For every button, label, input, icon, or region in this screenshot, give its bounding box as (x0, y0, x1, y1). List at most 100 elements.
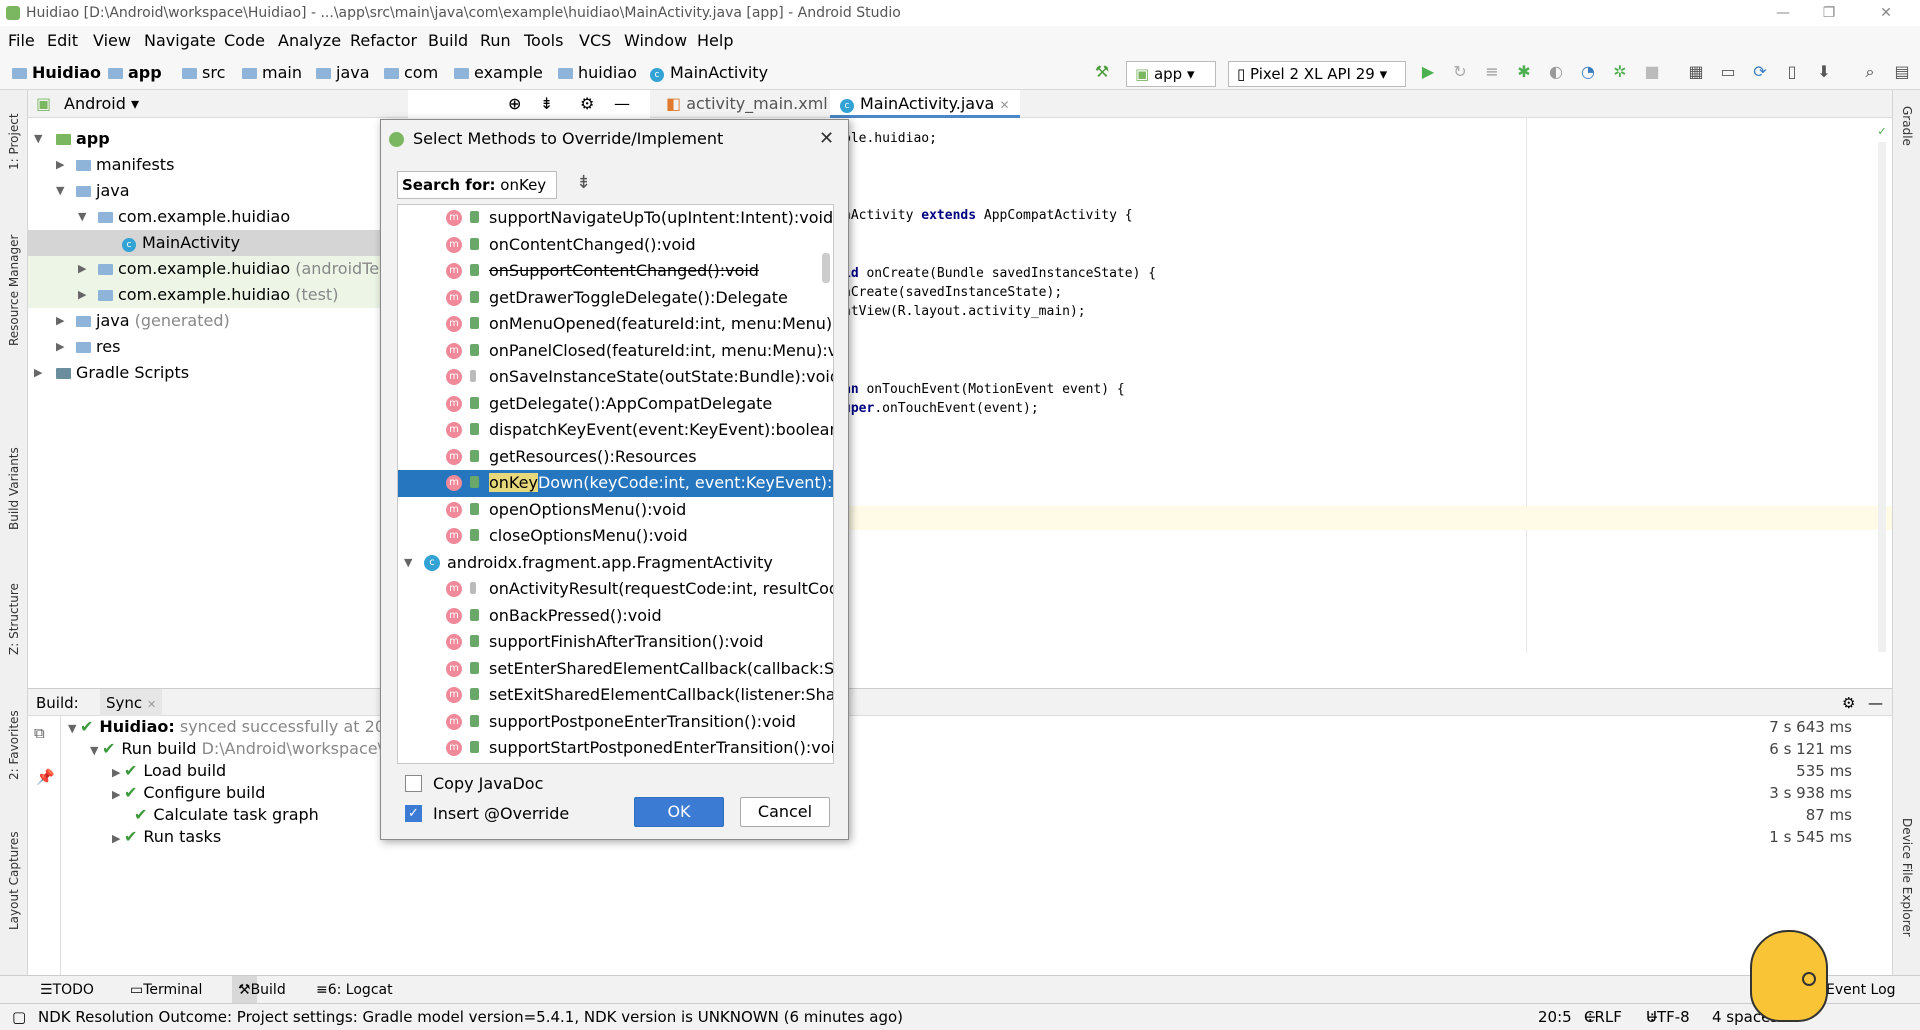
method-item[interactable]: m getDrawerToggleDelegate():Delegate (398, 285, 833, 312)
tree-item-java-generated[interactable]: ▶ java (generated) (28, 308, 408, 334)
maximize-icon[interactable]: ❐ (1806, 0, 1852, 26)
menu-window[interactable]: Window (624, 26, 687, 56)
build-row[interactable]: ✔ Calculate task graph (134, 804, 319, 826)
menu-view[interactable]: View (93, 26, 131, 56)
tool-logcat[interactable]: ≡ 6: Logcat (316, 976, 393, 1004)
project-structure-icon[interactable]: ▦ (1686, 62, 1706, 82)
menu-navigate[interactable]: Navigate (144, 26, 216, 56)
method-item[interactable]: m supportNavigateUpTo(upIntent:Intent):vo… (398, 205, 833, 232)
tree-item-test[interactable]: ▶ com.example.huidiao (test) (28, 282, 408, 308)
ok-button[interactable]: OK (634, 797, 724, 827)
line-separator[interactable]: CRLF ÷ (1584, 1004, 1622, 1030)
breadcrumb-example[interactable]: example (454, 56, 543, 90)
method-item[interactable]: m onBackPressed():void (398, 603, 833, 630)
collapse-icon[interactable]: ⇟ (576, 172, 591, 193)
device-select[interactable]: ▯ Pixel 2 XL API 29 ▾ (1228, 61, 1406, 87)
tool-build[interactable]: ⚒ Build (232, 976, 286, 1004)
hide-icon[interactable]: — (614, 94, 630, 113)
menu-analyze[interactable]: Analyze (278, 26, 341, 56)
method-item[interactable]: m onSupportContentChanged():void (398, 258, 833, 285)
method-item[interactable]: m setEnterSharedElementCallback(callback:… (398, 656, 833, 683)
status-message[interactable]: NDK Resolution Outcome: Project settings… (38, 1004, 903, 1030)
tree-item-java[interactable]: ▼ java (28, 178, 408, 204)
method-item[interactable]: m getResources():Resources (398, 444, 833, 471)
gear-icon[interactable]: ⚙ (1842, 689, 1855, 717)
cancel-button[interactable]: Cancel (740, 797, 830, 827)
rerun-icon[interactable]: ⧉ (34, 724, 45, 742)
close-window-icon[interactable]: ✕ (1866, 0, 1906, 26)
search-popup[interactable]: Search for: onKey (397, 171, 557, 199)
tool-device-file-explorer[interactable]: Device File Explorer (1900, 818, 1914, 937)
sdk-manager-icon[interactable]: ⬇ (1814, 62, 1834, 82)
build-row[interactable]: ▶ ✔ Load build (112, 760, 226, 782)
tree-item-manifests[interactable]: ▶ manifests (28, 152, 408, 178)
breadcrumb-project[interactable]: Huidiao (12, 56, 101, 90)
minimize-icon[interactable]: — (1760, 0, 1806, 26)
attach-debugger-icon[interactable]: ✲ (1610, 62, 1630, 82)
tab-mainactivity[interactable]: c MainActivity.java ✕ (830, 90, 1020, 118)
method-item[interactable]: m supportFinishAfterTransition():void (398, 629, 833, 656)
method-item-selected[interactable]: m onKeyDown(keyCode:int, event:KeyEvent):… (398, 470, 833, 497)
method-item[interactable]: m onSaveInstanceState(outState:Bundle):vo… (398, 364, 833, 391)
close-icon[interactable]: ✕ (819, 120, 834, 158)
profile-icon[interactable]: ◔ (1578, 62, 1598, 82)
run-config-select[interactable]: ▣ app ▾ (1126, 61, 1216, 87)
project-view-select[interactable]: Android ▾ (64, 90, 139, 118)
menu-run[interactable]: Run (480, 26, 511, 56)
hammer-icon[interactable]: ⚒ (1092, 62, 1112, 82)
build-row[interactable]: ▼ ✔ Run build D:\Android\workspace\ (90, 738, 383, 760)
method-item[interactable]: m getDelegate():AppCompatDelegate (398, 391, 833, 418)
chevron-down-icon[interactable]: ▼ (404, 550, 412, 576)
breadcrumb-mainactivity[interactable]: c MainActivity (650, 56, 768, 90)
close-tab-icon[interactable]: ✕ (999, 98, 1009, 112)
tree-item-res[interactable]: ▶ res (28, 334, 408, 360)
file-encoding[interactable]: UTF-8 ÷ (1646, 1004, 1690, 1030)
method-item[interactable]: m openOptionsMenu():void (398, 497, 833, 524)
breadcrumb-app[interactable]: app (108, 56, 162, 90)
coverage-icon[interactable]: ◐ (1546, 62, 1566, 82)
build-row[interactable]: ▼ ✔ Huidiao: synced successfully at 2020 (68, 716, 405, 738)
menu-help[interactable]: Help (697, 26, 733, 56)
apply-changes-icon[interactable]: ↻ (1450, 62, 1470, 82)
locate-icon[interactable]: ⊕ (508, 94, 521, 113)
menu-code[interactable]: Code (224, 26, 265, 56)
gear-icon[interactable]: ⚙ (580, 94, 594, 113)
editor-scrollbar[interactable] (1878, 142, 1886, 652)
breadcrumb-main[interactable]: main (242, 56, 302, 90)
class-group[interactable]: ▼ c androidx.fragment.app.FragmentActivity (398, 550, 833, 577)
tab-activity-main[interactable]: ◧ activity_main.xml (656, 90, 838, 118)
method-item[interactable]: monMenuOpened(featureId:int, menu:Menu):… (398, 311, 833, 338)
breadcrumb-com[interactable]: com (384, 56, 438, 90)
search-icon[interactable]: ⌕ (1860, 62, 1880, 82)
sync-gradle-icon[interactable]: ⟳ (1750, 62, 1770, 82)
hide-icon[interactable]: — (1868, 689, 1883, 717)
avd-manager-icon[interactable]: ▯ (1782, 62, 1802, 82)
tree-item-gradle-scripts[interactable]: ▶ Gradle Scripts (28, 360, 408, 386)
tool-favorites[interactable]: 2: Favorites (7, 710, 21, 780)
breadcrumb-java[interactable]: java (316, 56, 370, 90)
method-item[interactable]: m onPanelClosed(featureId:int, menu:Menu)… (398, 338, 833, 365)
checkbox-box[interactable] (405, 775, 422, 792)
tool-layout-captures[interactable]: Layout Captures (7, 831, 21, 930)
status-toggle-icon[interactable]: ▢ (12, 1004, 26, 1030)
tool-resource-manager[interactable]: Resource Manager (7, 235, 21, 346)
method-item[interactable]: m dispatchKeyEvent(event:KeyEvent):boolea… (398, 417, 833, 444)
list-scrollbar[interactable] (822, 253, 830, 283)
method-item[interactable]: m closeOptionsMenu():void (398, 523, 833, 550)
menu-file[interactable]: File (8, 26, 35, 56)
search-input[interactable]: onKey (500, 176, 546, 194)
method-item[interactable]: m setExitSharedElementCallback(listener:S… (398, 682, 833, 709)
run-icon[interactable]: ▶ (1418, 62, 1438, 82)
tree-item-app[interactable]: ▼ app (28, 126, 408, 152)
tree-item-androidtest[interactable]: ▶ com.example.huidiao (androidTest) (28, 256, 408, 282)
tree-item-package[interactable]: ▼ com.example.huidiao (28, 204, 408, 230)
layout-icon[interactable]: ▤ (1892, 62, 1912, 82)
menu-tools[interactable]: Tools (524, 26, 563, 56)
build-row[interactable]: ▶ ✔ Run tasks (112, 826, 221, 848)
method-item[interactable]: m supportPostponeEnterTransition():void (398, 709, 833, 736)
menu-edit[interactable]: Edit (47, 26, 78, 56)
breadcrumb-huidiao[interactable]: huidiao (558, 56, 637, 90)
apply-code-changes-icon[interactable]: ≡ (1482, 62, 1502, 82)
checkbox-checked-icon[interactable]: ✓ (405, 805, 422, 822)
caret-position[interactable]: 20:5 (1538, 1004, 1572, 1030)
